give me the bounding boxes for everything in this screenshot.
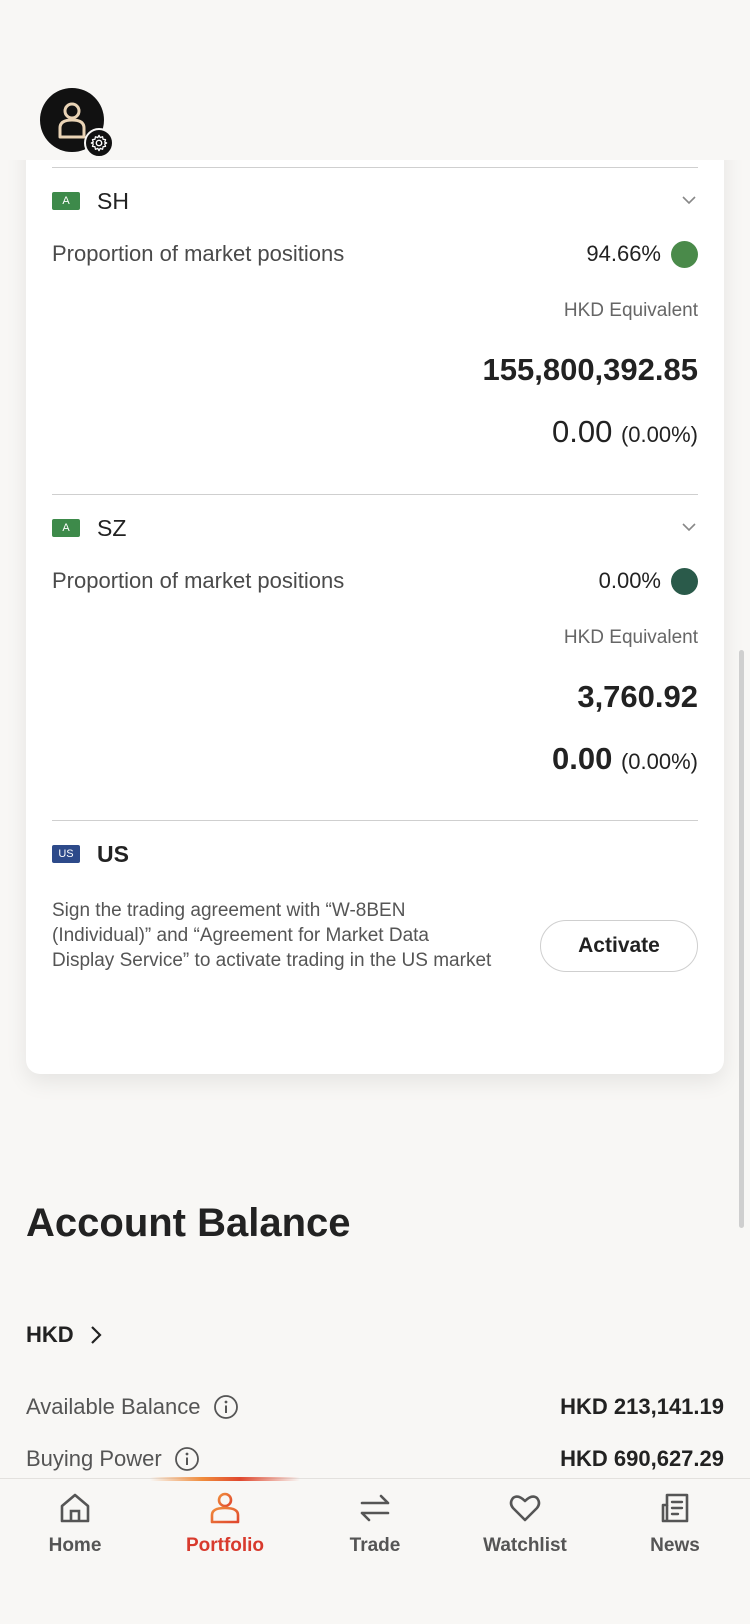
market-name: SH [97, 187, 129, 214]
hkd-equivalent-value: 155,800,392.85 [482, 352, 699, 387]
nav-news[interactable]: News [600, 1491, 750, 1557]
nav-label: News [650, 1535, 700, 1556]
nav-trade[interactable]: Trade [300, 1491, 450, 1557]
account-balance-title: Account Balance [26, 1201, 351, 1245]
proportion-value-group: 0.00% [598, 567, 698, 595]
nav-label: Home [48, 1535, 102, 1556]
divider [52, 494, 698, 495]
person-icon [210, 1492, 240, 1524]
market-name: SZ [97, 514, 127, 541]
market-header-us: US US [52, 840, 698, 868]
hkd-equivalent-label: HKD Equivalent [563, 627, 698, 648]
portfolio-page: A SH Proportion of market positions 94.6… [0, 0, 750, 1624]
divider [52, 167, 698, 168]
proportion-value: 94.66% [586, 241, 661, 266]
market-positions-card: A SH Proportion of market positions 94.6… [26, 120, 724, 1074]
market-flag-a: A [52, 519, 80, 537]
market-header-sz[interactable]: A SZ [52, 514, 698, 542]
hkd-equivalent-value: 3,760.92 [577, 679, 698, 714]
top-header [0, 0, 750, 160]
proportion-label: Proportion of market positions [52, 241, 345, 266]
settings-gear-icon[interactable] [84, 128, 114, 158]
change-percent: (0.00%) [620, 749, 698, 774]
heart-icon [509, 1495, 541, 1522]
divider [52, 820, 698, 821]
nav-label: Watchlist [483, 1535, 567, 1556]
us-activation-description: Sign the trading agreement with “W-8BEN … [52, 900, 492, 971]
change-value: 0.00 (0.00%) [552, 741, 698, 777]
nav-label: Trade [349, 1535, 401, 1556]
nav-portfolio[interactable]: Portfolio [150, 1491, 300, 1557]
buying-power-label: Buying Power [26, 1446, 162, 1471]
market-flag-us: US [52, 845, 80, 863]
available-balance-label: Available Balance [26, 1394, 201, 1419]
change-amount: 0.00 [551, 414, 613, 449]
buying-power-row: Buying Power HKD 690,627.29 [26, 1444, 724, 1474]
chevron-down-icon[interactable] [680, 518, 698, 536]
balance-label-group: Available Balance [26, 1394, 239, 1420]
market-flag-a: A [52, 192, 80, 210]
chevron-right-icon [90, 1326, 102, 1344]
user-icon [58, 102, 86, 139]
proportion-row: Proportion of market positions 94.66% [52, 239, 698, 269]
activate-button[interactable]: Activate [540, 920, 698, 972]
avatar[interactable] [40, 88, 114, 158]
chevron-down-icon[interactable] [680, 191, 698, 209]
change-amount: 0.00 [551, 741, 613, 776]
info-icon[interactable] [174, 1446, 200, 1472]
scrollbar[interactable] [739, 650, 744, 1228]
market-header-sh[interactable]: A SH [52, 187, 698, 215]
currency-selector[interactable]: HKD [26, 1322, 104, 1348]
proportion-value-group: 94.66% [586, 240, 698, 268]
available-balance-value: HKD 213,141.19 [560, 1394, 724, 1419]
hkd-equivalent-label: HKD Equivalent [563, 300, 698, 321]
proportion-dot [671, 240, 698, 268]
balance-label-group: Buying Power [26, 1446, 200, 1472]
proportion-dot [671, 567, 698, 595]
buying-power-value: HKD 690,627.29 [560, 1446, 724, 1471]
home-icon [60, 1493, 90, 1523]
active-tab-indicator [150, 1477, 300, 1481]
proportion-row: Proportion of market positions 0.00% [52, 566, 698, 596]
bottom-navigation: Home Portfolio Trade Watchlist News [0, 1477, 750, 1624]
info-icon[interactable] [213, 1394, 239, 1420]
available-balance-row: Available Balance HKD 213,141.19 [26, 1392, 724, 1422]
nav-home[interactable]: Home [0, 1491, 150, 1557]
nav-watchlist[interactable]: Watchlist [450, 1491, 600, 1557]
change-percent: (0.00%) [620, 422, 698, 447]
nav-label: Portfolio [185, 1535, 265, 1556]
swap-arrows-icon [360, 1494, 390, 1522]
proportion-value: 0.00% [598, 568, 661, 593]
proportion-label: Proportion of market positions [52, 568, 345, 593]
currency-label: HKD [26, 1322, 74, 1347]
market-name: US [97, 840, 129, 867]
change-value: 0.00 (0.00%) [552, 414, 698, 450]
news-icon [661, 1493, 689, 1523]
